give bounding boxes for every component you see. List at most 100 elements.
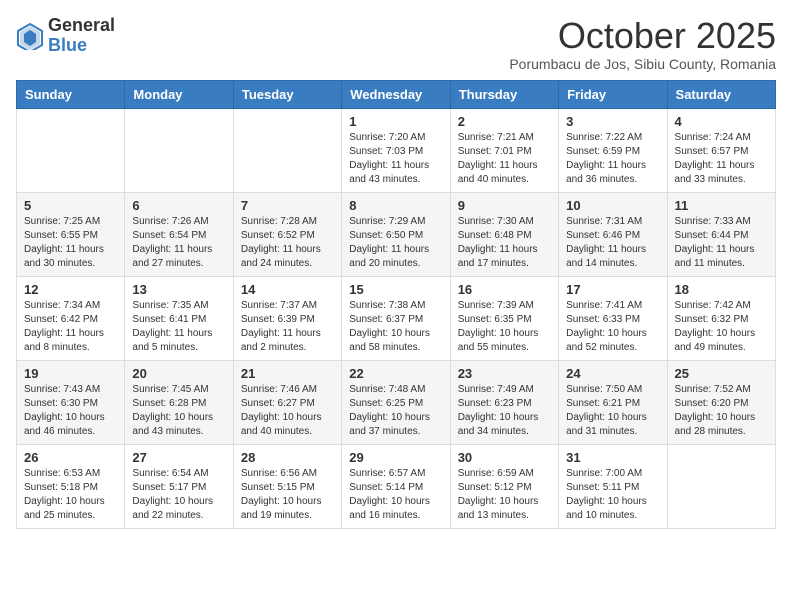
day-number: 7 [241,198,334,213]
day-info: Sunrise: 7:30 AM Sunset: 6:48 PM Dayligh… [458,215,551,271]
day-number: 14 [241,282,334,297]
calendar-day-cell [233,108,341,192]
day-info: Sunrise: 7:24 AM Sunset: 6:57 PM Dayligh… [675,131,768,187]
calendar-day-cell: 28Sunrise: 6:56 AM Sunset: 5:15 PM Dayli… [233,444,341,528]
calendar-day-cell: 4 Sunrise: 7:24 AM Sunset: 6:57 PM Daylig… [667,108,775,192]
day-info: Sunrise: 6:54 AM Sunset: 5:17 PM Dayligh… [132,467,225,523]
day-info: Sunrise: 7:52 AM Sunset: 6:20 PM Dayligh… [675,383,768,439]
day-info: Sunrise: 7:50 AM Sunset: 6:21 PM Dayligh… [566,383,659,439]
day-info: Sunrise: 7:38 AM Sunset: 6:37 PM Dayligh… [349,299,442,355]
day-info: Sunrise: 7:39 AM Sunset: 6:35 PM Dayligh… [458,299,551,355]
day-info: Sunrise: 6:59 AM Sunset: 5:12 PM Dayligh… [458,467,551,523]
month-title: October 2025 [509,16,776,56]
calendar-header-row: SundayMondayTuesdayWednesdayThursdayFrid… [17,80,776,108]
calendar-week-row: 26Sunrise: 6:53 AM Sunset: 5:18 PM Dayli… [17,444,776,528]
day-number: 8 [349,198,442,213]
day-number: 16 [458,282,551,297]
day-number: 12 [24,282,117,297]
day-info: Sunrise: 7:41 AM Sunset: 6:33 PM Dayligh… [566,299,659,355]
logo-icon [16,22,44,50]
calendar-day-cell: 17 Sunrise: 7:41 AM Sunset: 6:33 PM Dayli… [559,276,667,360]
day-number: 18 [675,282,768,297]
day-number: 3 [566,114,659,129]
calendar-day-cell [125,108,233,192]
day-info: Sunrise: 7:21 AM Sunset: 7:01 PM Dayligh… [458,131,551,187]
calendar-day-cell: 27Sunrise: 6:54 AM Sunset: 5:17 PM Dayli… [125,444,233,528]
logo: General Blue [16,16,115,56]
day-number: 20 [132,366,225,381]
day-number: 24 [566,366,659,381]
calendar-day-cell: 1Sunrise: 7:20 AM Sunset: 7:03 PM Daylig… [342,108,450,192]
calendar-day-cell: 19 Sunrise: 7:43 AM Sunset: 6:30 PM Dayli… [17,360,125,444]
calendar-day-cell: 25 Sunrise: 7:52 AM Sunset: 6:20 PM Dayli… [667,360,775,444]
calendar-day-cell: 29Sunrise: 6:57 AM Sunset: 5:14 PM Dayli… [342,444,450,528]
day-info: Sunrise: 7:46 AM Sunset: 6:27 PM Dayligh… [241,383,334,439]
calendar-week-row: 5Sunrise: 7:25 AM Sunset: 6:55 PM Daylig… [17,192,776,276]
calendar-week-row: 1Sunrise: 7:20 AM Sunset: 7:03 PM Daylig… [17,108,776,192]
day-info: Sunrise: 6:57 AM Sunset: 5:14 PM Dayligh… [349,467,442,523]
logo-blue: Blue [48,35,87,55]
day-number: 21 [241,366,334,381]
day-info: Sunrise: 7:49 AM Sunset: 6:23 PM Dayligh… [458,383,551,439]
day-info: Sunrise: 7:45 AM Sunset: 6:28 PM Dayligh… [132,383,225,439]
day-of-week-header: Monday [125,80,233,108]
day-number: 5 [24,198,117,213]
day-number: 19 [24,366,117,381]
day-info: Sunrise: 7:48 AM Sunset: 6:25 PM Dayligh… [349,383,442,439]
calendar-day-cell: 22 Sunrise: 7:48 AM Sunset: 6:25 PM Dayli… [342,360,450,444]
calendar-day-cell: 13 Sunrise: 7:35 AM Sunset: 6:41 PM Dayli… [125,276,233,360]
day-number: 11 [675,198,768,213]
calendar-day-cell: 12Sunrise: 7:34 AM Sunset: 6:42 PM Dayli… [17,276,125,360]
day-info: Sunrise: 7:42 AM Sunset: 6:32 PM Dayligh… [675,299,768,355]
day-number: 2 [458,114,551,129]
calendar-week-row: 19 Sunrise: 7:43 AM Sunset: 6:30 PM Dayli… [17,360,776,444]
day-number: 10 [566,198,659,213]
calendar-day-cell: 10 Sunrise: 7:31 AM Sunset: 6:46 PM Dayli… [559,192,667,276]
day-info: Sunrise: 7:26 AM Sunset: 6:54 PM Dayligh… [132,215,225,271]
day-of-week-header: Thursday [450,80,558,108]
calendar-day-cell: 11Sunrise: 7:33 AM Sunset: 6:44 PM Dayli… [667,192,775,276]
calendar-day-cell: 20 Sunrise: 7:45 AM Sunset: 6:28 PM Dayli… [125,360,233,444]
calendar-day-cell: 2 Sunrise: 7:21 AM Sunset: 7:01 PM Daylig… [450,108,558,192]
calendar-day-cell: 21 Sunrise: 7:46 AM Sunset: 6:27 PM Dayli… [233,360,341,444]
day-of-week-header: Friday [559,80,667,108]
calendar-day-cell: 6Sunrise: 7:26 AM Sunset: 6:54 PM Daylig… [125,192,233,276]
calendar-day-cell: 8 Sunrise: 7:29 AM Sunset: 6:50 PM Daylig… [342,192,450,276]
location-subtitle: Porumbacu de Jos, Sibiu County, Romania [509,56,776,72]
calendar-day-cell [17,108,125,192]
day-info: Sunrise: 6:56 AM Sunset: 5:15 PM Dayligh… [241,467,334,523]
logo-general: General [48,15,115,35]
day-number: 23 [458,366,551,381]
calendar-day-cell: 7Sunrise: 7:28 AM Sunset: 6:52 PM Daylig… [233,192,341,276]
day-of-week-header: Saturday [667,80,775,108]
calendar-day-cell: 15 Sunrise: 7:38 AM Sunset: 6:37 PM Dayli… [342,276,450,360]
day-number: 30 [458,450,551,465]
day-info: Sunrise: 7:35 AM Sunset: 6:41 PM Dayligh… [132,299,225,355]
day-of-week-header: Sunday [17,80,125,108]
page-header: General Blue October 2025 Porumbacu de J… [16,16,776,72]
title-block: October 2025 Porumbacu de Jos, Sibiu Cou… [509,16,776,72]
day-info: Sunrise: 7:00 AM Sunset: 5:11 PM Dayligh… [566,467,659,523]
calendar-day-cell: 9Sunrise: 7:30 AM Sunset: 6:48 PM Daylig… [450,192,558,276]
calendar-week-row: 12Sunrise: 7:34 AM Sunset: 6:42 PM Dayli… [17,276,776,360]
day-number: 15 [349,282,442,297]
calendar-day-cell: 3Sunrise: 7:22 AM Sunset: 6:59 PM Daylig… [559,108,667,192]
calendar-day-cell: 26Sunrise: 6:53 AM Sunset: 5:18 PM Dayli… [17,444,125,528]
calendar-day-cell [667,444,775,528]
calendar-day-cell: 24 Sunrise: 7:50 AM Sunset: 6:21 PM Dayli… [559,360,667,444]
day-number: 31 [566,450,659,465]
day-number: 13 [132,282,225,297]
day-info: Sunrise: 7:29 AM Sunset: 6:50 PM Dayligh… [349,215,442,271]
day-info: Sunrise: 7:43 AM Sunset: 6:30 PM Dayligh… [24,383,117,439]
day-info: Sunrise: 7:31 AM Sunset: 6:46 PM Dayligh… [566,215,659,271]
day-number: 17 [566,282,659,297]
day-number: 26 [24,450,117,465]
day-number: 22 [349,366,442,381]
logo-text: General Blue [48,16,115,56]
calendar-day-cell: 14Sunrise: 7:37 AM Sunset: 6:39 PM Dayli… [233,276,341,360]
day-of-week-header: Wednesday [342,80,450,108]
calendar-day-cell: 5Sunrise: 7:25 AM Sunset: 6:55 PM Daylig… [17,192,125,276]
day-number: 25 [675,366,768,381]
calendar-day-cell: 31 Sunrise: 7:00 AM Sunset: 5:11 PM Dayli… [559,444,667,528]
day-number: 4 [675,114,768,129]
